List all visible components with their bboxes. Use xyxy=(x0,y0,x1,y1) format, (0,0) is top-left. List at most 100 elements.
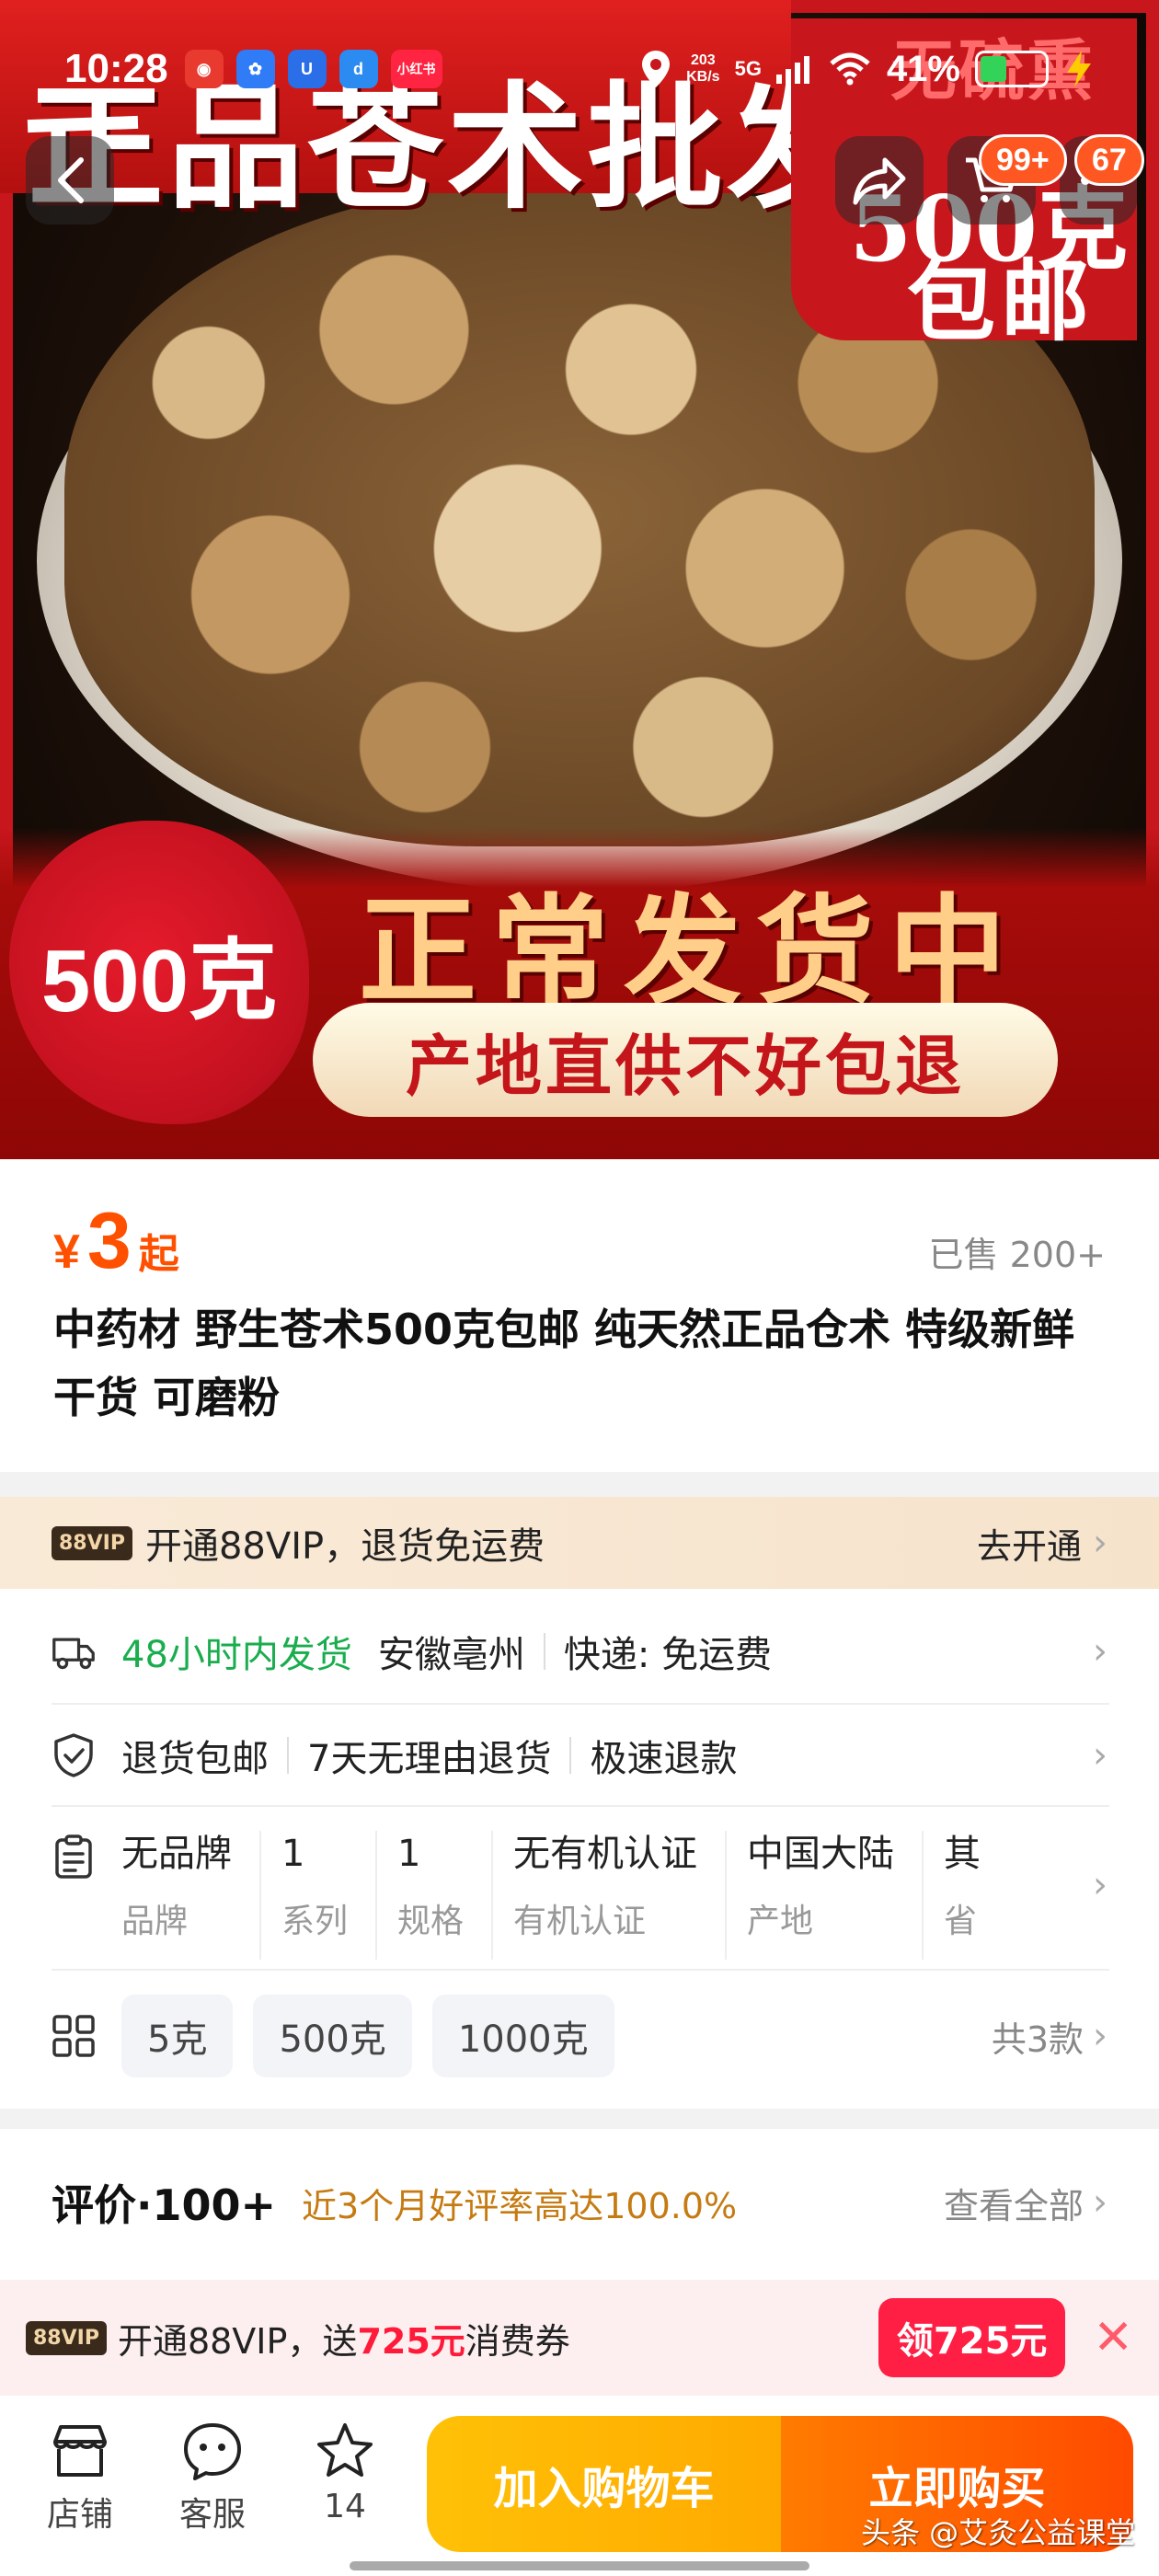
promo-vip-tag: 88VIP xyxy=(26,2320,107,2355)
shipping-row[interactable]: 48小时内发货 安徽亳州 快递: 免运费 › xyxy=(0,1615,1159,1688)
attribute-key: 产地 xyxy=(747,1903,814,1940)
wifi-icon xyxy=(830,52,870,86)
chevron-left-icon xyxy=(58,157,84,203)
vip-text: 开通88VIP，退货免运费 xyxy=(144,1525,545,1568)
chevron-right-icon: › xyxy=(1093,1864,1107,1906)
star-icon xyxy=(317,2423,373,2477)
shipping-express: 快递: 免运费 xyxy=(563,1634,773,1676)
service-item-fast-refund: 极速退款 xyxy=(590,1738,738,1780)
shipping-time: 48小时内发货 xyxy=(121,1634,352,1676)
vip-return-bar[interactable]: 88VIP 开通88VIP，退货免运费 去开通 › xyxy=(0,1497,1159,1589)
cart-count-badge: 99+ xyxy=(979,134,1067,186)
attribute-value: 中国大陆 xyxy=(747,1833,895,1875)
shield-check-icon xyxy=(52,1733,96,1777)
signal-bars-icon xyxy=(775,56,809,84)
separator xyxy=(543,1633,545,1670)
promo-amount: 725元 xyxy=(357,2320,465,2362)
charging-icon xyxy=(1067,51,1091,87)
vip-tag: 88VIP xyxy=(52,1525,132,1560)
vip-open-label: 去开通 xyxy=(976,1525,1082,1567)
back-button[interactable] xyxy=(26,136,114,224)
hero-origin-pill: 产地直供不好包退 xyxy=(313,1003,1058,1117)
reviews-row[interactable]: 评价·100+ 近3个月好评率高达100.0% 查看全部 › xyxy=(0,2166,1159,2239)
sku-option[interactable]: 5克 xyxy=(121,1995,234,2077)
sku-row[interactable]: 5克 500克 1000克 共3款 › xyxy=(0,1995,1159,2077)
divider xyxy=(52,1805,1109,1807)
chevron-right-icon: › xyxy=(1093,2181,1107,2224)
promo-text-suffix: 消费券 xyxy=(465,2320,570,2362)
vip-open-button[interactable]: 去开通 › xyxy=(977,1518,1107,1569)
favorite-button[interactable]: 14 xyxy=(294,2421,396,2525)
home-indicator[interactable] xyxy=(350,2561,809,2570)
hero-corner-free-shipping: 包邮 xyxy=(907,249,1095,353)
attribute-spec: 1 规格 xyxy=(375,1831,491,1960)
claim-coupon-button[interactable]: 领725元 xyxy=(878,2298,1066,2377)
divider xyxy=(52,1969,1109,1971)
app-notification-icon: ◉ xyxy=(184,50,224,88)
product-title[interactable]: 中药材 野生苍术500克包邮 纯天然正品仓术 特级新鲜干货 可磨粉 xyxy=(53,1295,1111,1432)
net-speed: 203 KB/s xyxy=(686,52,719,86)
price-suffix: 起 xyxy=(138,1232,179,1277)
customer-service-button[interactable]: 客服 xyxy=(162,2421,263,2536)
chevron-right-icon: › xyxy=(1093,1630,1107,1673)
baidu-icon: ✿ xyxy=(235,50,275,88)
service-item-7day-return: 7天无理由退货 xyxy=(307,1738,552,1780)
chevron-right-icon: › xyxy=(1093,1522,1107,1564)
store-icon xyxy=(53,2425,107,2477)
watermark: 头条 @艾灸公益课堂 xyxy=(861,2515,1136,2550)
share-icon xyxy=(853,157,906,205)
net-speed-unit: KB/s xyxy=(686,69,720,85)
attribute-key: 省 xyxy=(944,1903,978,1940)
store-label: 店铺 xyxy=(46,2496,113,2534)
vip-coupon-promo[interactable]: 88VIP 开通88VIP，送725元消费券 领725元 ✕ xyxy=(0,2280,1159,2396)
attribute-organic: 无有机认证 有机认证 xyxy=(491,1831,725,1960)
attribute-value: 1 xyxy=(397,1833,421,1875)
signal-label: 5G xyxy=(734,57,762,80)
location-icon xyxy=(642,51,671,87)
reviews-view-all-label: 查看全部 xyxy=(943,2185,1084,2226)
service-item-free-return: 退货包邮 xyxy=(121,1738,269,1780)
xiaohongshu-icon: 小红书 xyxy=(390,50,442,88)
chevron-right-icon: › xyxy=(1093,1734,1107,1777)
favorite-count: 14 xyxy=(324,2488,366,2525)
battery-icon xyxy=(975,51,1049,87)
attribute-value: 无有机认证 xyxy=(513,1833,698,1875)
sku-option[interactable]: 500克 xyxy=(253,1995,412,2077)
attribute-key: 有机认证 xyxy=(513,1903,647,1940)
sku-total-label: 共3款 xyxy=(991,2018,1084,2060)
app-u-icon: U xyxy=(287,50,327,88)
hero-shipping-text: 正常发货中 xyxy=(359,882,1022,1020)
attribute-value: 1 xyxy=(281,1833,305,1875)
sku-option[interactable]: 1000克 xyxy=(431,1995,614,2077)
grid-icon xyxy=(52,2014,96,2058)
attribute-brand: 无品牌 品牌 xyxy=(121,1831,259,1960)
attribute-key: 系列 xyxy=(281,1903,349,1940)
share-button[interactable] xyxy=(835,136,924,224)
store-button[interactable]: 店铺 xyxy=(29,2421,131,2536)
chat-face-icon xyxy=(184,2423,241,2480)
price-value: 3 xyxy=(86,1197,132,1285)
clipboard-icon xyxy=(52,1834,96,1879)
app-d-icon: d xyxy=(339,50,378,88)
attribute-value: 无品牌 xyxy=(121,1833,232,1875)
attribute-value: 其 xyxy=(944,1833,981,1875)
attribute-list: 无品牌 品牌 1 系列 1 规格 无有机认证 有机认证 中国大陆 产地 其 省 xyxy=(121,1831,1069,1960)
battery-level xyxy=(981,56,1006,82)
reviews-title: 评价·100+ xyxy=(52,2180,277,2230)
divider xyxy=(52,1703,1109,1705)
attribute-key: 规格 xyxy=(397,1903,465,1940)
truck-icon xyxy=(52,1629,96,1673)
reviews-rate: 近3个月好评率高达100.0% xyxy=(302,2185,738,2226)
add-to-cart-button[interactable]: 加入购物车 xyxy=(427,2416,781,2552)
sku-total[interactable]: 共3款 › xyxy=(992,2011,1107,2062)
sold-count: 已售 200+ xyxy=(928,1235,1106,1275)
close-icon[interactable]: ✕ xyxy=(1093,2310,1133,2365)
service-label: 客服 xyxy=(178,2496,246,2534)
attribute-origin: 中国大陆 产地 xyxy=(725,1831,922,1960)
price-currency: ¥ xyxy=(53,1225,80,1279)
service-row[interactable]: 退货包邮 7天无理由退货 极速退款 › xyxy=(0,1719,1159,1792)
promo-text-prefix: 开通88VIP，送 xyxy=(117,2320,358,2362)
status-bar: 10:28 ◉ ✿ U d 小红书 203 KB/s 5G 41% xyxy=(0,37,1159,101)
net-speed-value: 203 xyxy=(691,52,716,68)
reviews-view-all[interactable]: 查看全部 › xyxy=(944,2178,1107,2228)
